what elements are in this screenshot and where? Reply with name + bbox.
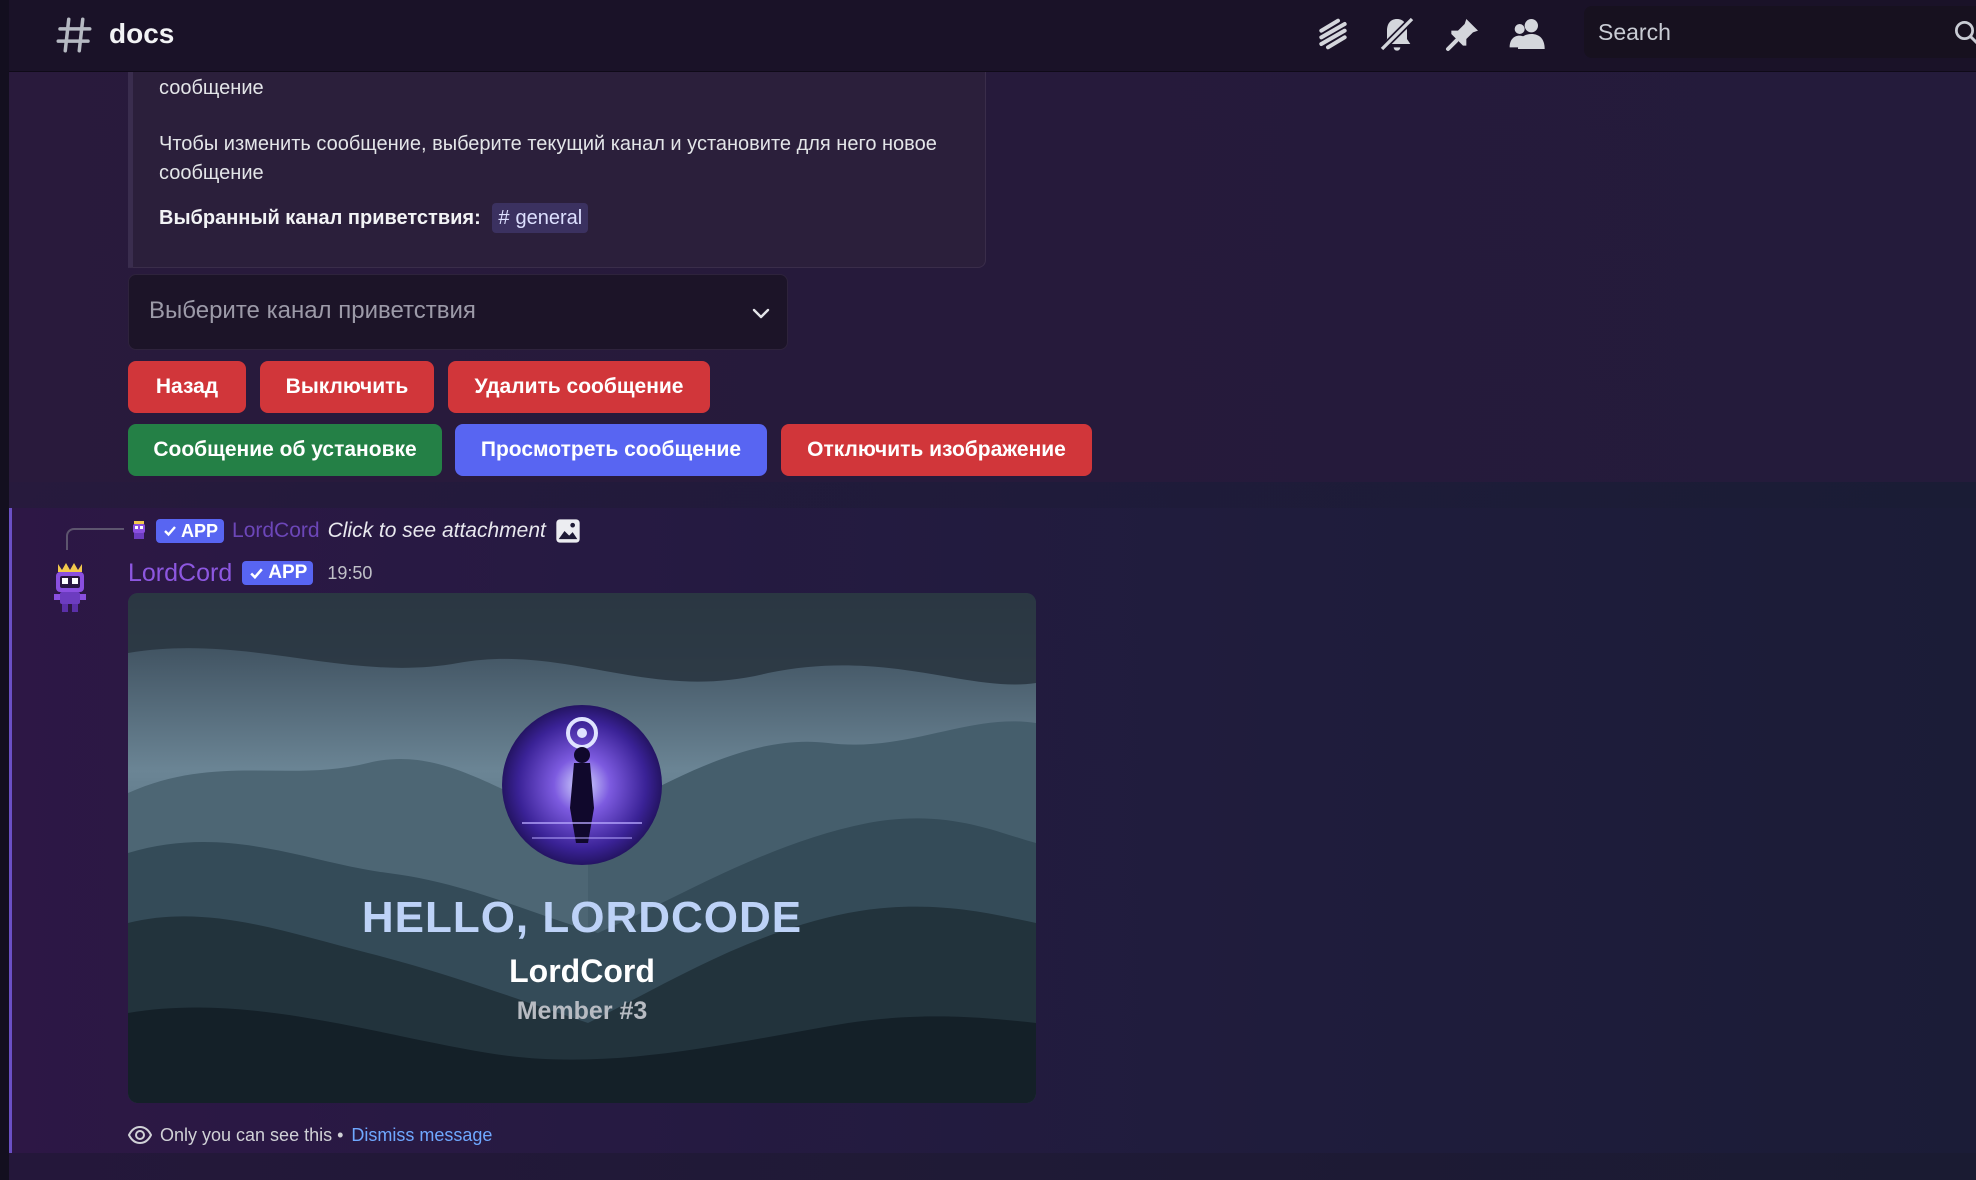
embed-description-paragraph: Чтобы изменить сообщение, выберите текущ… [159,133,937,184]
pin-icon[interactable] [1443,14,1483,54]
timestamp[interactable]: 19:50 [327,563,372,584]
author-name[interactable]: LordCord [128,559,232,588]
hash-icon: # [498,207,510,229]
embed: сообщение Чтобы изменить сообщение, выбе… [128,72,986,268]
notification-bell-off-icon[interactable] [1377,14,1417,54]
message-divider [9,1153,1976,1180]
reply-avatar [133,521,145,539]
setup-message-button[interactable]: Сообщение об установке [128,424,442,476]
search-input[interactable] [1598,14,1918,50]
view-message-button[interactable]: Просмотреть сообщение [455,424,767,476]
welcome-channel-select[interactable]: Выберите канал приветствия [128,274,788,350]
app-tag: APP [242,561,314,585]
channel-mention[interactable]: # general [492,203,589,233]
reply-reference[interactable]: APP LordCord Click to see attachment [130,516,582,546]
app-tag-label: APP [268,562,308,583]
channel-mention-name: general [515,207,583,229]
member-list-icon[interactable] [1508,14,1548,54]
chevron-down-icon [752,308,770,319]
back-button[interactable]: Назад [128,361,246,413]
ephemeral-notice: Only you can see this • Dismiss message [128,1120,492,1150]
verified-check-icon [164,526,176,537]
ephemeral-text: Only you can see this • [160,1124,344,1145]
server-sidebar-edge [0,0,9,1180]
reply-spine [66,528,124,550]
search-icon[interactable] [1952,18,1976,48]
embed-description-line: сообщение [159,77,264,99]
threads-icon[interactable] [1313,14,1353,54]
message-header: LordCord APP 19:50 [128,556,372,590]
selected-channel-row: Выбранный канал приветствия: # general [159,202,589,234]
disable-image-button[interactable]: Отключить изображение [781,424,1092,476]
reply-username[interactable]: LordCord [232,519,320,543]
welcome-member-count: Member #3 [516,997,648,1025]
avatar[interactable] [50,560,90,612]
image-icon [556,519,580,543]
welcome-title: HELLO, LORDCODE [361,893,803,942]
selected-channel-label: Выбранный канал приветствия: [159,207,481,229]
delete-message-button[interactable]: Удалить сообщение [448,361,710,413]
eye-icon [128,1125,152,1145]
mountain-landscape-image [128,593,1036,1103]
disable-button[interactable]: Выключить [260,361,434,413]
select-placeholder: Выберите канал приветствия [149,297,476,324]
search-box[interactable] [1584,6,1976,58]
welcome-username: LordCord [509,953,655,989]
reply-preview-text[interactable]: Click to see attachment [328,519,546,543]
hash-icon [56,17,92,53]
dismiss-message-link[interactable]: Dismiss message [351,1125,492,1146]
channel-header: docs [9,0,1976,72]
welcome-image-attachment[interactable]: HELLO, LORDCODE LordCord Member #3 [128,593,1036,1103]
verified-check-icon [250,567,264,579]
channel-name: docs [109,18,175,49]
app-tag: APP [156,519,225,543]
app-tag-label: APP [181,521,219,541]
